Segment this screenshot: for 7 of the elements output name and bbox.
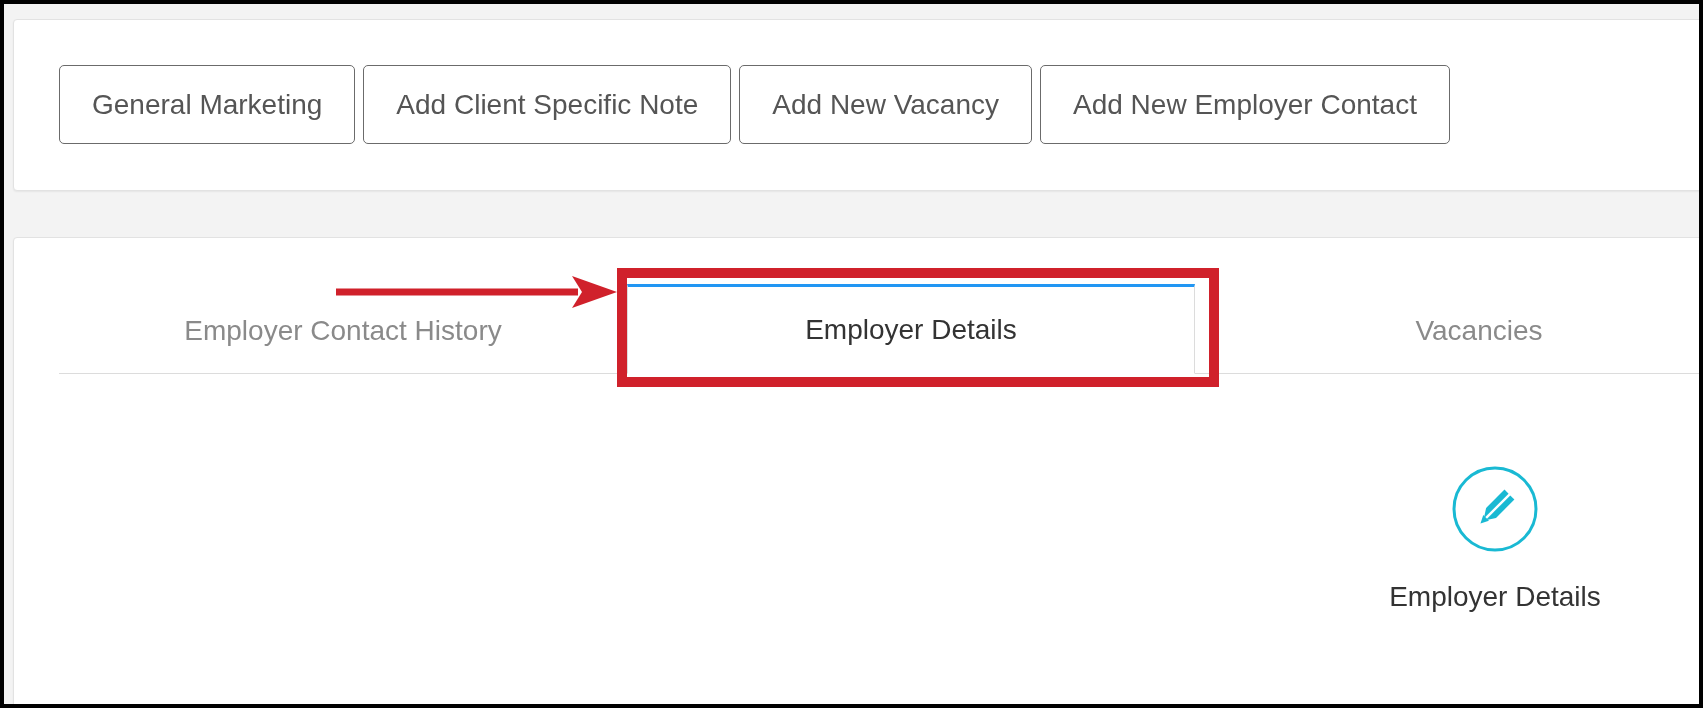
toolbar-button[interactable]: Add Client Specific Note xyxy=(363,65,732,144)
tab[interactable]: Employer Details xyxy=(627,284,1195,374)
section-link[interactable]: Employer Details xyxy=(1365,466,1625,614)
toolbar-button[interactable]: Add New Vacancy xyxy=(739,65,1032,144)
toolbar-button[interactable]: Add New Employer Contact xyxy=(1040,65,1450,144)
pencil-icon xyxy=(1452,466,1538,552)
toolbar-button[interactable]: General Marketing xyxy=(59,65,356,144)
